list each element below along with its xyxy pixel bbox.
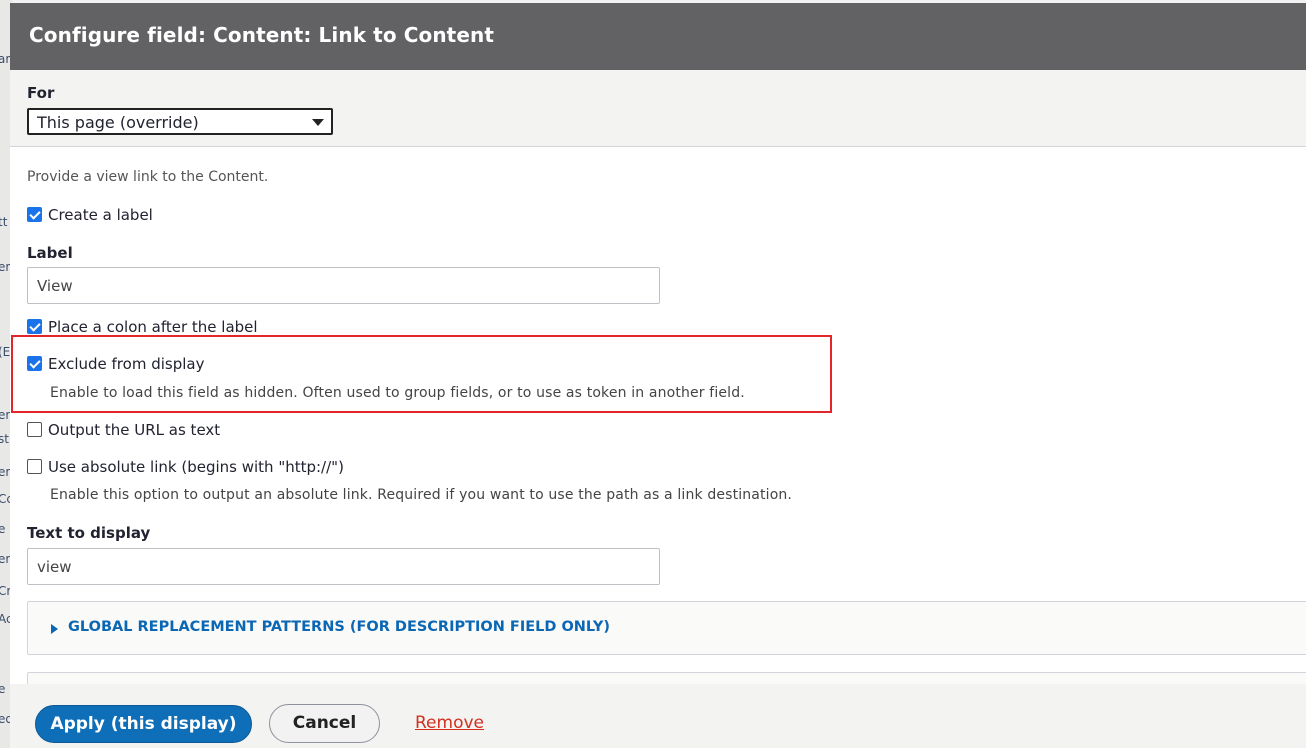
- text-to-display-input[interactable]: view: [27, 548, 660, 585]
- text-to-display-label: Text to display: [27, 524, 151, 542]
- replacement-patterns-summary[interactable]: GLOBAL REPLACEMENT PATTERNS (FOR DESCRIP…: [68, 619, 610, 635]
- field-description: Provide a view link to the Content.: [27, 169, 269, 185]
- for-label: For: [27, 84, 55, 102]
- dialog-footer: Apply (this display) Cancel Remove: [10, 684, 1306, 748]
- output-url-checkbox[interactable]: [27, 422, 42, 437]
- chevron-down-icon: [312, 119, 324, 126]
- highlight-box: [11, 335, 832, 413]
- configure-field-dialog: Configure field: Content: Link to Conten…: [10, 3, 1306, 748]
- triangle-right-icon: [51, 624, 58, 634]
- dialog-title: Configure field: Content: Link to Conten…: [29, 23, 494, 47]
- place-colon-text: Place a colon after the label: [48, 318, 258, 336]
- absolute-link-checkbox[interactable]: [27, 459, 42, 474]
- label-input-value: View: [37, 277, 73, 295]
- for-section: For This page (override): [10, 70, 1306, 147]
- label-field-label: Label: [27, 244, 73, 262]
- remove-link[interactable]: Remove: [415, 713, 484, 733]
- absolute-link-text: Use absolute link (begins with "http://"…: [48, 458, 344, 476]
- create-label-checkbox[interactable]: [27, 207, 42, 222]
- for-select[interactable]: This page (override): [27, 108, 333, 135]
- absolute-link-help-text: Enable this option to output an absolute…: [50, 487, 793, 503]
- for-select-value: This page (override): [37, 113, 199, 132]
- label-input[interactable]: View: [27, 267, 660, 304]
- output-url-text: Output the URL as text: [48, 421, 221, 439]
- replacement-patterns-details[interactable]: GLOBAL REPLACEMENT PATTERNS (FOR DESCRIP…: [27, 601, 1306, 655]
- text-to-display-value: view: [37, 558, 72, 576]
- cancel-button[interactable]: Cancel: [269, 704, 380, 743]
- apply-button[interactable]: Apply (this display): [35, 705, 252, 743]
- place-colon-checkbox[interactable]: [27, 319, 42, 334]
- create-label-text: Create a label: [48, 206, 153, 224]
- dialog-titlebar: Configure field: Content: Link to Conten…: [10, 3, 1306, 70]
